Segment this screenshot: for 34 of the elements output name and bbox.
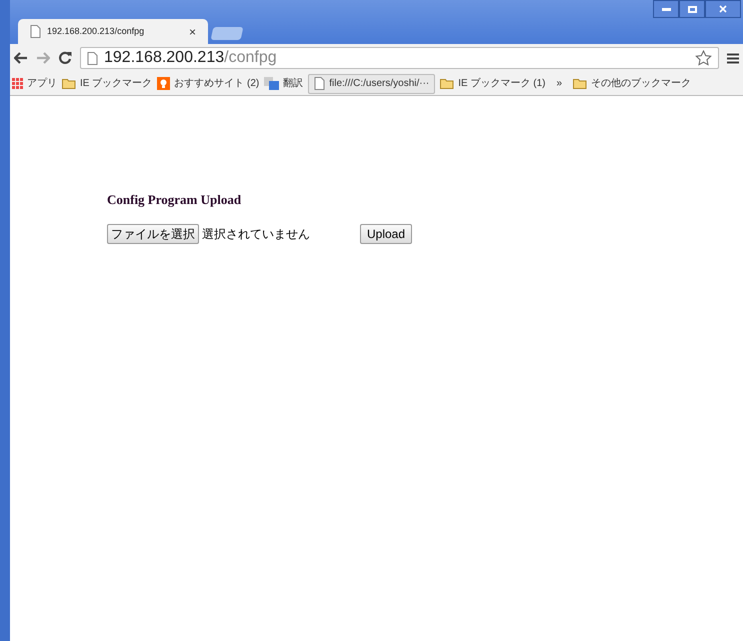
- upload-button[interactable]: Upload: [360, 224, 412, 244]
- page-icon: [314, 77, 326, 90]
- page-icon: [87, 52, 98, 64]
- tab-close-button[interactable]: ×: [188, 26, 196, 38]
- bookmark-item[interactable]: その他のブックマーク: [573, 76, 692, 91]
- bookmark-item[interactable]: アプリ: [12, 76, 57, 91]
- more-bookmarks-button[interactable]: »: [550, 76, 568, 91]
- address-bar[interactable]: 192.168.200.213/confpg: [80, 47, 719, 69]
- browser-tab[interactable]: 192.168.200.213/confpg ×: [18, 19, 208, 44]
- close-window-button[interactable]: [705, 0, 741, 18]
- bookmark-item[interactable]: IE ブックマーク (1): [440, 76, 546, 91]
- bookmark-item[interactable]: IE ブックマーク: [62, 76, 152, 91]
- bookmark-item[interactable]: おすすめサイト (2): [157, 76, 260, 91]
- folder-icon: [440, 78, 454, 89]
- bookmark-item[interactable]: file:///C:/users/yoshi/···: [308, 74, 436, 94]
- menu-icon[interactable]: [727, 52, 739, 64]
- page-icon: [30, 25, 41, 38]
- reload-icon[interactable]: [58, 51, 72, 65]
- maximize-button[interactable]: [679, 0, 705, 18]
- choose-file-button[interactable]: ファイルを選択: [107, 224, 199, 244]
- url-text: 192.168.200.213/confpg: [104, 48, 278, 68]
- tab-title: 192.168.200.213/confpg: [47, 24, 146, 38]
- bookmark-item[interactable]: 翻訳: [264, 76, 304, 91]
- close-icon: [719, 5, 727, 13]
- star-icon[interactable]: [695, 50, 712, 66]
- back-arrow-icon[interactable]: [14, 52, 28, 64]
- folder-icon: [62, 78, 76, 89]
- page-heading: Config Program Upload: [107, 191, 242, 209]
- apps-grid-icon: [12, 78, 23, 89]
- minimize-button[interactable]: [653, 0, 679, 18]
- folder-icon: [573, 78, 588, 89]
- lightbulb-icon: [157, 77, 170, 90]
- translate-icon: [264, 77, 280, 90]
- file-status-text: 選択されていません: [202, 226, 311, 242]
